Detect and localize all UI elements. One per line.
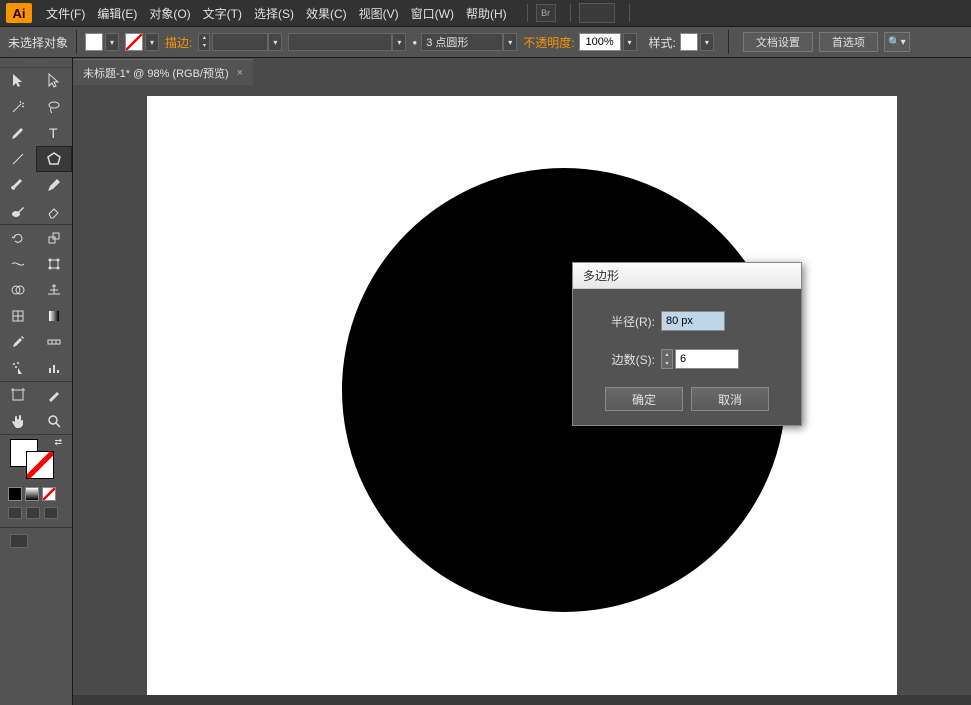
- color-mode-none[interactable]: [42, 487, 56, 501]
- column-graph-tool[interactable]: [36, 355, 72, 381]
- eraser-tool[interactable]: [36, 198, 72, 224]
- width-tool[interactable]: [0, 251, 36, 277]
- scale-tool[interactable]: [36, 225, 72, 251]
- sides-label: 边数(S):: [589, 351, 655, 368]
- draw-behind[interactable]: [26, 507, 40, 519]
- mesh-tool[interactable]: [0, 303, 36, 329]
- paintbrush-tool[interactable]: [0, 172, 36, 198]
- ok-button[interactable]: 确定: [605, 387, 683, 411]
- document-tab-bar: 未标题-1* @ 98% (RGB/预览) ×: [73, 58, 971, 86]
- toolbox: · · · · · · T: [0, 58, 73, 705]
- color-mode-solid[interactable]: [8, 487, 22, 501]
- stroke-swatch[interactable]: [125, 33, 143, 51]
- stroke-weight-field[interactable]: [212, 33, 268, 51]
- variable-width-dropdown[interactable]: ▾: [392, 33, 406, 51]
- document-setup-button[interactable]: 文档设置: [743, 32, 813, 52]
- free-transform-tool[interactable]: [36, 251, 72, 277]
- menu-window[interactable]: 窗口(W): [411, 5, 454, 22]
- zoom-tool[interactable]: [36, 408, 72, 434]
- pen-tool[interactable]: [0, 120, 36, 146]
- direct-selection-tool[interactable]: [36, 68, 72, 94]
- canvas-viewport[interactable]: [73, 86, 971, 705]
- line-tool[interactable]: [0, 146, 36, 172]
- menu-view[interactable]: 视图(V): [359, 5, 399, 22]
- menu-file[interactable]: 文件(F): [46, 5, 85, 22]
- sides-stepper[interactable]: ▴ ▾: [661, 349, 673, 369]
- sides-input[interactable]: [675, 349, 739, 369]
- menu-help[interactable]: 帮助(H): [466, 5, 507, 22]
- arrange-documents-button[interactable]: [579, 3, 615, 23]
- stepper-up-icon[interactable]: ▴: [662, 350, 672, 359]
- document-tab-label: 未标题-1* @ 98% (RGB/预览): [83, 65, 229, 81]
- close-tab-icon[interactable]: ×: [237, 67, 243, 79]
- radius-input[interactable]: [661, 311, 725, 331]
- bullet-icon: ●: [412, 38, 417, 47]
- stroke-weight-dropdown[interactable]: ▾: [268, 33, 282, 51]
- polygon-dialog: 多边形 半径(R): 边数(S): ▴ ▾ 确定 取消: [572, 262, 802, 426]
- blend-tool[interactable]: [36, 329, 72, 355]
- slice-tool[interactable]: [36, 382, 72, 408]
- screen-mode-button[interactable]: [10, 534, 28, 548]
- menu-effect[interactable]: 效果(C): [306, 5, 347, 22]
- color-mode-gradient[interactable]: [25, 487, 39, 501]
- brush-select[interactable]: 3 点圆形: [421, 33, 503, 51]
- fill-swatch[interactable]: [85, 33, 103, 51]
- variable-width-profile[interactable]: [288, 33, 392, 51]
- stroke-dropdown[interactable]: ▾: [145, 33, 159, 51]
- selection-tool[interactable]: [0, 68, 36, 94]
- dialog-title[interactable]: 多边形: [573, 263, 801, 289]
- symbol-sprayer-tool[interactable]: [0, 355, 36, 381]
- lasso-tool[interactable]: [36, 94, 72, 120]
- horizontal-scrollbar[interactable]: [73, 695, 971, 705]
- fill-dropdown[interactable]: ▾: [105, 33, 119, 51]
- cancel-button[interactable]: 取消: [691, 387, 769, 411]
- gradient-tool[interactable]: [36, 303, 72, 329]
- magic-wand-tool[interactable]: [0, 94, 36, 120]
- stroke-color[interactable]: [26, 451, 54, 479]
- align-button[interactable]: 🔍▾: [884, 32, 910, 52]
- stroke-label[interactable]: 描边:: [165, 34, 192, 51]
- selection-status: 未选择对象: [8, 34, 68, 51]
- bridge-icon[interactable]: Br: [536, 4, 556, 22]
- color-picker[interactable]: ⇄: [0, 435, 72, 485]
- polygon-tool[interactable]: [36, 146, 72, 172]
- brush-dropdown[interactable]: ▾: [503, 33, 517, 51]
- stepper-down-icon[interactable]: ▾: [662, 359, 672, 368]
- eyedropper-tool[interactable]: [0, 329, 36, 355]
- radius-label: 半径(R):: [589, 313, 655, 330]
- opacity-dropdown[interactable]: ▾: [623, 33, 637, 51]
- document-tab[interactable]: 未标题-1* @ 98% (RGB/预览) ×: [73, 59, 253, 85]
- draw-normal[interactable]: [8, 507, 22, 519]
- stroke-weight-stepper[interactable]: ▴▾: [198, 33, 210, 51]
- titlebar: Ai 文件(F) 编辑(E) 对象(O) 文字(T) 选择(S) 效果(C) 视…: [0, 0, 971, 27]
- blob-brush-tool[interactable]: [0, 198, 36, 224]
- swap-colors-icon[interactable]: ⇄: [54, 437, 62, 448]
- style-dropdown[interactable]: ▾: [700, 33, 714, 51]
- pencil-tool[interactable]: [36, 172, 72, 198]
- artboard-tool[interactable]: [0, 382, 36, 408]
- controlbar: 未选择对象 ▾ ▾ 描边: ▴▾ ▾ ▾ ● 3 点圆形 ▾ 不透明度: ▾ 样…: [0, 27, 971, 58]
- type-tool[interactable]: T: [36, 120, 72, 146]
- shape-builder-tool[interactable]: [0, 277, 36, 303]
- style-swatch[interactable]: [680, 33, 698, 51]
- opacity-input[interactable]: [579, 33, 621, 51]
- menu-edit[interactable]: 编辑(E): [97, 5, 137, 22]
- toolbox-grip[interactable]: · · · · · ·: [0, 58, 72, 68]
- opacity-label[interactable]: 不透明度:: [523, 34, 574, 51]
- style-label: 样式:: [649, 34, 676, 51]
- draw-inside[interactable]: [44, 507, 58, 519]
- menu-object[interactable]: 对象(O): [149, 5, 190, 22]
- canvas-area: 未标题-1* @ 98% (RGB/预览) ×: [73, 58, 971, 705]
- menu-select[interactable]: 选择(S): [254, 5, 294, 22]
- svg-text:T: T: [49, 125, 58, 141]
- menu-type[interactable]: 文字(T): [203, 5, 242, 22]
- preferences-button[interactable]: 首选项: [819, 32, 878, 52]
- rotate-tool[interactable]: [0, 225, 36, 251]
- hand-tool[interactable]: [0, 408, 36, 434]
- perspective-grid-tool[interactable]: [36, 277, 72, 303]
- app-logo: Ai: [6, 3, 32, 23]
